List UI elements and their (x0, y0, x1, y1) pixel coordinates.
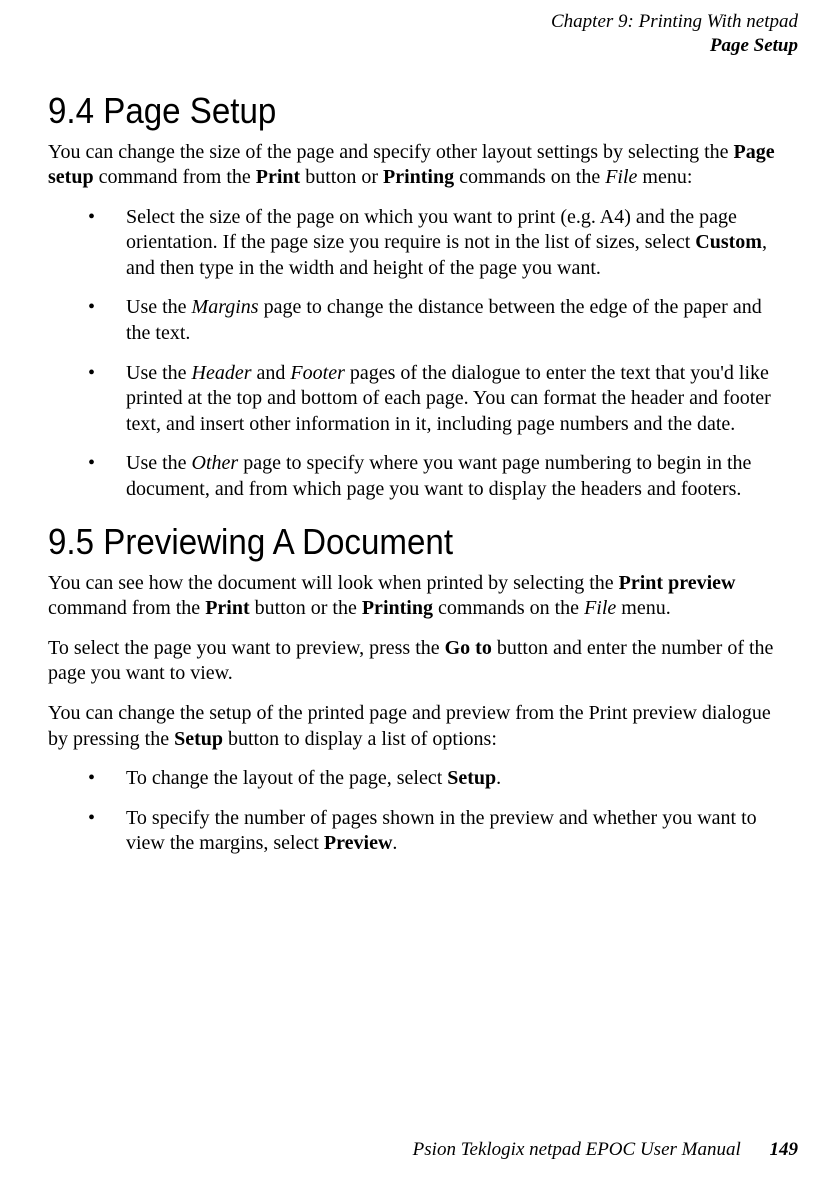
list-item: Select the size of the page on which you… (88, 205, 788, 282)
list-item: To change the layout of the page, select… (88, 766, 788, 792)
page-header: Chapter 9: Printing With netpad Page Set… (38, 10, 798, 58)
section-94-bullets: Select the size of the page on which you… (48, 205, 788, 503)
page-content: 9.4 Page Setup You can change the size o… (38, 90, 798, 857)
section-95-para1: You can see how the document will look w… (48, 571, 788, 622)
section-95-heading: 9.5 Previewing A Document (48, 521, 729, 563)
section-95-para2: To select the page you want to preview, … (48, 636, 788, 687)
header-section-line: Page Setup (38, 34, 798, 58)
list-item: Use the Other page to specify where you … (88, 451, 788, 502)
list-item: Use the Header and Footer pages of the d… (88, 361, 788, 438)
section-95-bullets: To change the layout of the page, select… (48, 766, 788, 857)
section-94-heading: 9.4 Page Setup (48, 90, 729, 132)
section-94-intro: You can change the size of the page and … (48, 140, 788, 191)
section-95-para3: You can change the setup of the printed … (48, 701, 788, 752)
footer-manual-title: Psion Teklogix netpad EPOC User Manual (413, 1139, 741, 1160)
header-chapter-line: Chapter 9: Printing With netpad (38, 10, 798, 34)
list-item: Use the Margins page to change the dista… (88, 295, 788, 346)
page-footer: Psion Teklogix netpad EPOC User Manual 1… (413, 1139, 798, 1161)
list-item: To specify the number of pages shown in … (88, 806, 788, 857)
footer-page-number: 149 (770, 1139, 799, 1160)
